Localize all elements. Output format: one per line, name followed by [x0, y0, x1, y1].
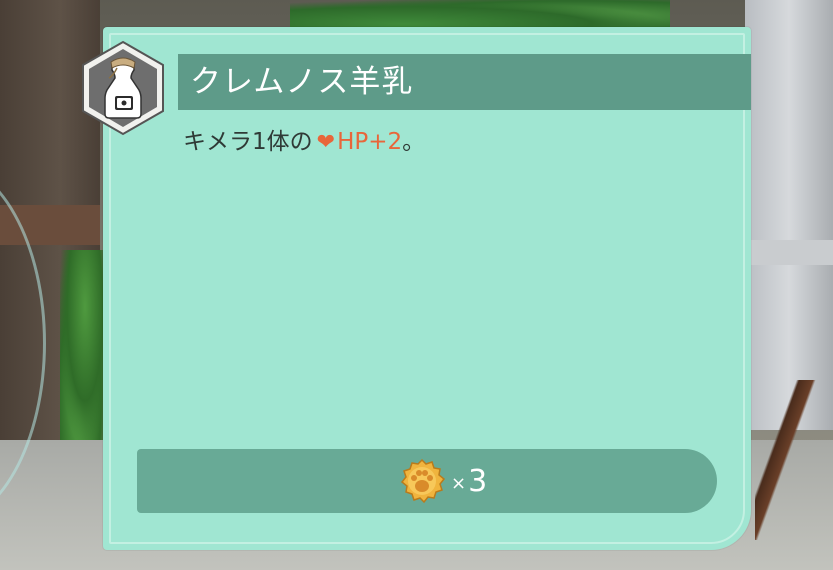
cost-display: × 3 — [399, 457, 487, 505]
item-title-bar: クレムノス羊乳 — [178, 54, 751, 110]
description-prefix: キメラ1体の — [183, 129, 313, 155]
description-suffix: 。 — [402, 129, 426, 155]
effect-text: HP+2 — [337, 129, 403, 155]
background-pillar-step — [745, 240, 833, 265]
item-name: クレムノス羊乳 — [190, 64, 414, 100]
cost-multiplier: × — [451, 472, 467, 494]
cost-bar: × 3 — [137, 449, 717, 513]
heart-icon: ❤ — [316, 130, 336, 155]
paw-coin-icon — [399, 458, 446, 504]
milk-bottle-icon — [79, 40, 167, 136]
background-branch — [755, 380, 833, 540]
cost-amount: 3 — [468, 463, 488, 499]
background-stone-pillar — [745, 0, 833, 430]
item-detail-card: クレムノス羊乳 キメラ1体の ❤HP+2。 × 3 — [82, 27, 751, 550]
item-description: キメラ1体の ❤HP+2。 — [183, 125, 425, 160]
